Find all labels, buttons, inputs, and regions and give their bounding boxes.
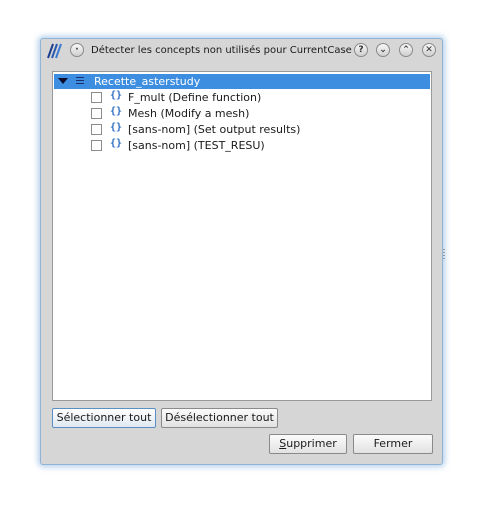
item-checkbox[interactable] [91,140,102,151]
item-checkbox[interactable] [91,124,102,135]
title-bar[interactable]: · Détecter les concepts non utilisés pou… [41,39,442,65]
close-window-button[interactable]: ✕ [422,43,436,57]
deselect-all-button[interactable]: Désélectionner tout [161,408,278,428]
delete-button[interactable]: Supprimer [269,434,347,454]
tree-item-label: F_mult (Define function) [128,91,262,104]
braces-icon: {} [110,90,123,101]
braces-icon: {} [110,106,123,117]
window-title: Détecter les concepts non utilisés pour … [91,45,352,56]
list-icon [76,77,84,86]
asterstudy-logo-icon [47,43,62,59]
window-menu-button[interactable]: · [70,43,84,57]
delete-label: upprimer [286,437,337,450]
tree-item[interactable]: {} F_mult (Define function) [53,90,429,106]
maximize-button[interactable]: ⌃ [399,43,413,57]
tree-item[interactable]: {} [sans-nom] (Set output results) [53,122,429,138]
item-checkbox[interactable] [91,108,102,119]
item-checkbox[interactable] [91,92,102,103]
resize-grip[interactable] [443,249,445,259]
tree-item-label: [sans-nom] (TEST_RESU) [128,139,265,152]
braces-icon: {} [110,122,123,133]
close-button[interactable]: Fermer [353,434,433,454]
expand-arrow-icon[interactable] [58,78,68,84]
help-button[interactable]: ? [354,43,368,57]
tree-item[interactable]: {} [sans-nom] (TEST_RESU) [53,138,429,154]
tree-item-label: Mesh (Modify a mesh) [128,107,250,120]
tree-item[interactable]: {} Mesh (Modify a mesh) [53,106,429,122]
braces-icon: {} [110,138,123,149]
tree-root-row[interactable]: Recette_asterstudy [54,74,430,89]
tree-item-label: [sans-nom] (Set output results) [128,123,301,136]
select-all-button[interactable]: Sélectionner tout [52,408,156,428]
unused-concepts-dialog: · Détecter les concepts non utilisés pou… [40,38,445,465]
minimize-button[interactable]: ⌄ [376,43,390,57]
concepts-tree[interactable]: Recette_asterstudy {} F_mult (Define fun… [52,71,432,401]
tree-root-label: Recette_asterstudy [94,75,201,88]
